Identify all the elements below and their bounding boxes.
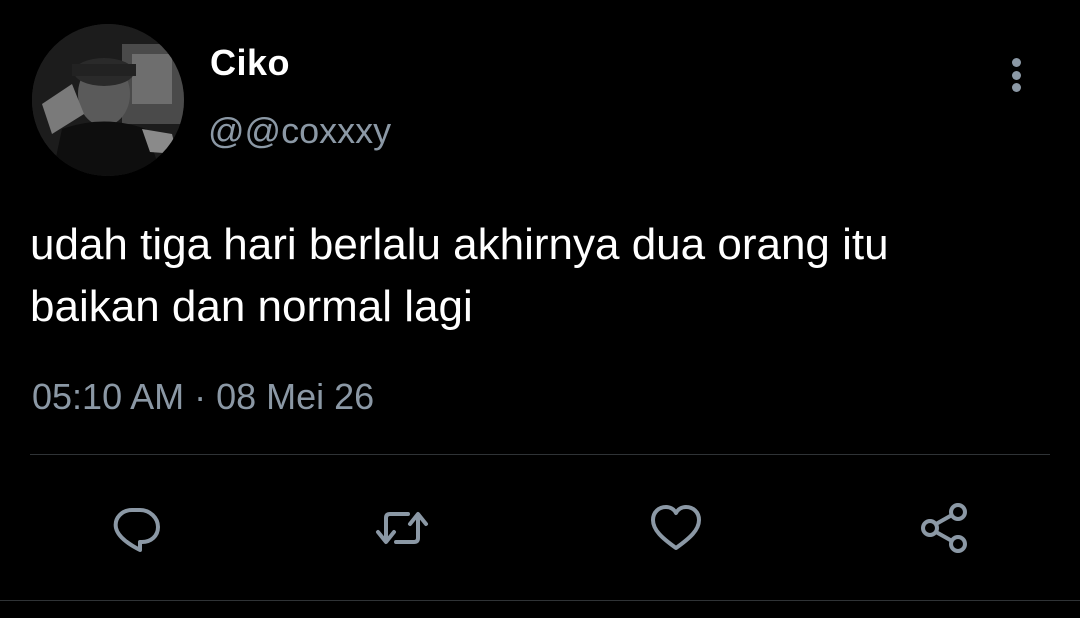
tweet-card: Ciko @@coxxxy udah tiga hari berlalu akh… [0,0,1080,618]
share-icon [921,503,967,553]
display-name[interactable]: Ciko [210,42,290,84]
reply-icon [113,508,160,552]
bottom-divider [0,600,1080,601]
more-dot-icon [1011,70,1021,80]
tweet-timestamp[interactable]: 05:10 AM · 08 Mei 26 [32,376,374,418]
more-options-button[interactable] [996,52,1036,98]
reply-button[interactable] [104,496,168,560]
tweet-text: udah tiga hari berlalu akhirnya dua oran… [30,220,889,331]
user-handle[interactable]: @@coxxxy [208,110,391,152]
share-button[interactable] [912,496,976,560]
heart-icon [651,505,701,550]
more-dot-icon [1011,58,1021,67]
retweet-button[interactable] [370,496,434,560]
retweet-icon [376,512,428,544]
avatar[interactable] [32,24,184,176]
divider [30,454,1050,455]
more-dot-icon [1011,83,1021,92]
avatar-photo-icon [32,24,184,176]
like-button[interactable] [644,496,708,560]
